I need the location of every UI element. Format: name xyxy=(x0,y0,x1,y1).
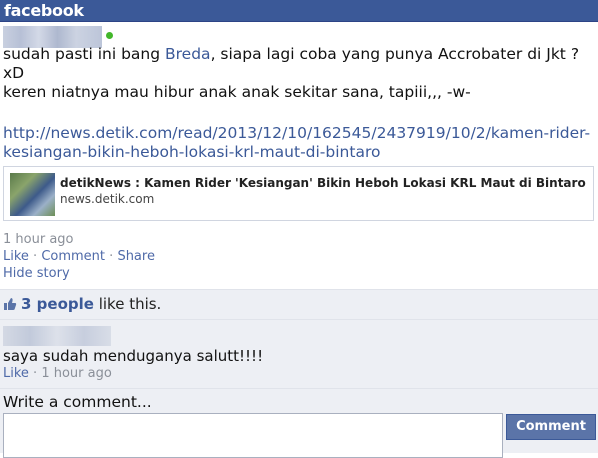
preview-domain: news.detik.com xyxy=(60,192,155,206)
online-status-icon xyxy=(106,32,113,39)
post-text-start: sudah pasti ini bang xyxy=(3,45,166,63)
write-comment-label: Write a comment... xyxy=(3,393,152,411)
write-comment-section: Write a comment... Comment xyxy=(0,388,598,458)
share-link[interactable]: Share xyxy=(117,249,155,264)
separator: · xyxy=(28,249,42,264)
comment-item: saya sudah menduganya salutt!!!! Like · … xyxy=(0,320,598,388)
link-preview-card[interactable]: detikNews : Kamen Rider 'Kesiangan' Biki… xyxy=(3,166,594,221)
likes-summary: 3 people like this. xyxy=(21,295,161,313)
top-bar: facebook xyxy=(0,0,598,22)
comment-timestamp: 1 hour ago xyxy=(41,366,112,381)
comment-submit-button[interactable]: Comment xyxy=(506,414,596,440)
like-link[interactable]: Like xyxy=(3,249,29,264)
comment-text: saya sudah menduganya salutt!!!! xyxy=(3,347,264,365)
likes-suffix: like this. xyxy=(93,295,162,313)
comment-meta: Like · 1 hour ago xyxy=(3,366,112,381)
preview-title[interactable]: detikNews : Kamen Rider 'Kesiangan' Biki… xyxy=(60,176,586,190)
hide-story-row: Hide story xyxy=(3,265,70,282)
likers-link[interactable]: 3 people xyxy=(21,295,94,313)
post-text-line2: keren niatnya mau hibur anak anak sekita… xyxy=(3,83,471,101)
separator: · xyxy=(105,249,118,264)
mention-link[interactable]: Breda xyxy=(165,45,211,63)
commenter-name-blurred[interactable] xyxy=(3,326,111,346)
post-url-link[interactable]: http://news.detik.com/read/2013/12/10/16… xyxy=(3,124,595,162)
preview-thumbnail[interactable] xyxy=(10,173,55,216)
hide-story-link[interactable]: Hide story xyxy=(3,266,70,281)
separator: · xyxy=(28,366,42,381)
comment-input[interactable] xyxy=(3,413,503,458)
post-timestamp: 1 hour ago xyxy=(3,232,74,247)
facebook-logo[interactable]: facebook xyxy=(4,0,84,21)
likes-bar: 3 people like this. xyxy=(0,289,598,320)
thumbs-up-icon xyxy=(4,298,17,310)
post-actions: Like · Comment · Share xyxy=(3,248,155,265)
comment-link[interactable]: Comment xyxy=(41,249,105,264)
post-body: sudah pasti ini bang Breda, siapa lagi c… xyxy=(3,45,595,102)
comment-like-link[interactable]: Like xyxy=(3,366,29,381)
